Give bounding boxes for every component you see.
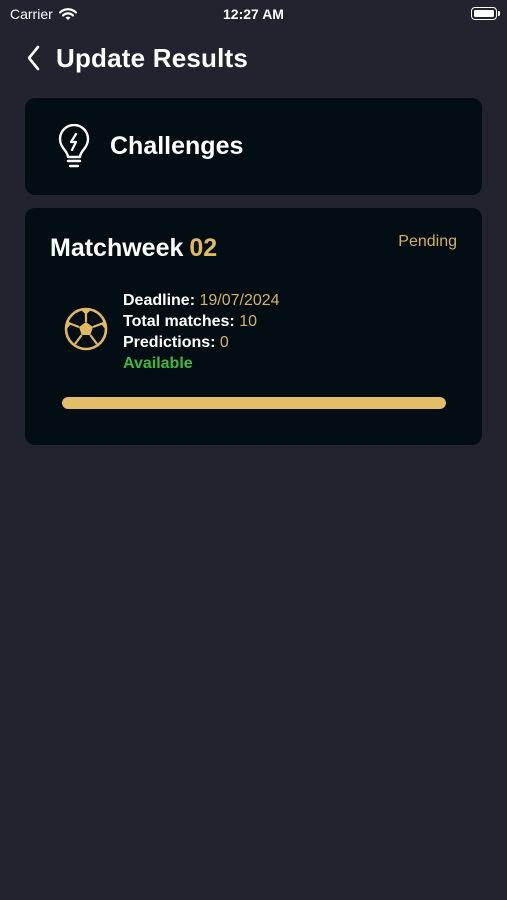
predictions-label: Predictions: xyxy=(123,334,216,351)
matchweek-info: Deadline: 19/07/2024 Total matches: 10 P… xyxy=(123,290,280,374)
matchweek-number: 02 xyxy=(189,234,218,262)
deadline-row: Deadline: 19/07/2024 xyxy=(123,290,280,311)
total-matches-label: Total matches: xyxy=(123,313,235,330)
matchweek-title-prefix: Matchweek xyxy=(50,234,184,262)
predictions-row: Predictions: 0 xyxy=(123,332,280,353)
predictions-value: 0 xyxy=(219,334,229,351)
total-matches-value: 10 xyxy=(239,313,257,330)
deadline-value: 19/07/2024 xyxy=(199,292,280,309)
update-results-screen: Carrier 12:27 AM Update Results Challeng… xyxy=(0,0,507,900)
progress-bar xyxy=(62,397,446,409)
availability-status: Available xyxy=(123,355,193,372)
deadline-label: Deadline: xyxy=(123,292,196,309)
challenges-label: Challenges xyxy=(110,132,244,160)
back-button[interactable] xyxy=(26,40,48,76)
battery-icon xyxy=(471,7,500,20)
page-title: Update Results xyxy=(56,42,249,73)
matchweek-card[interactable]: Matchweek 02 Pending Deadline: 19/07/2024… xyxy=(25,208,482,445)
soccer-ball-icon xyxy=(64,307,108,351)
total-matches-row: Total matches: 10 xyxy=(123,311,280,332)
challenges-card[interactable]: Challenges xyxy=(25,98,482,195)
header: Update Results xyxy=(26,38,248,78)
status-time: 12:27 AM xyxy=(223,6,284,22)
chevron-left-icon xyxy=(27,45,40,71)
status-bar: Carrier 12:27 AM xyxy=(0,0,507,28)
progress-fill xyxy=(62,397,446,409)
status-badge: Pending xyxy=(398,233,457,250)
matchweek-title: Matchweek 02 xyxy=(50,234,217,263)
lightbulb-icon xyxy=(58,123,90,167)
